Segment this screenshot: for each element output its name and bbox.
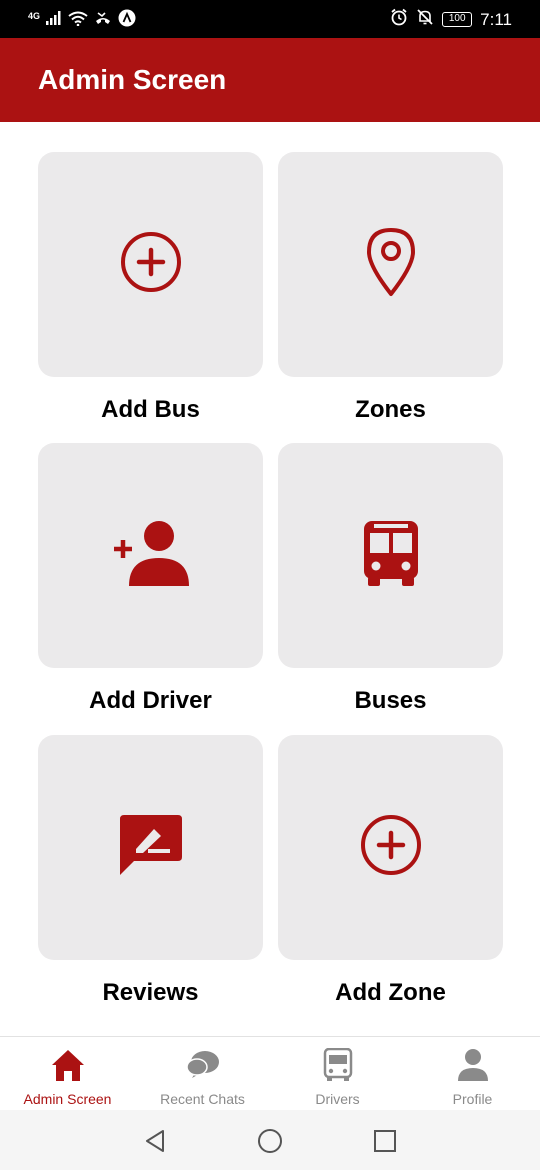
bottom-navigation: Admin Screen Recent Chats Drivers Profil… (0, 1036, 540, 1110)
home-icon (48, 1045, 88, 1085)
status-bar: 4G 100 7:11 (0, 0, 540, 38)
muted-bell-icon (416, 8, 434, 31)
add-zone-label: Add Zone (335, 979, 446, 1006)
nav-item-admin-screen[interactable]: Admin Screen (0, 1037, 135, 1111)
status-time: 7:11 (480, 9, 512, 29)
nav-label-admin-screen: Admin Screen (23, 1091, 112, 1107)
signal-icon (46, 11, 62, 30)
wifi-icon (68, 11, 88, 31)
network-type: 4G (28, 10, 41, 21)
recents-button[interactable] (370, 1126, 400, 1156)
alarm-icon (390, 8, 408, 31)
page-title: Admin Screen (38, 64, 227, 95)
home-button[interactable] (255, 1126, 285, 1156)
review-icon (118, 813, 184, 882)
buses-label: Buses (354, 687, 427, 714)
status-left: 4G (28, 9, 136, 32)
buses-tile[interactable] (278, 443, 503, 668)
missed-call-icon (94, 11, 112, 31)
battery-icon: 100 (442, 12, 473, 27)
add-circle-icon (119, 230, 183, 299)
back-button[interactable] (140, 1126, 170, 1156)
nav-label-recent-chats: Recent Chats (160, 1091, 245, 1107)
add-driver-tile[interactable] (38, 443, 263, 668)
location-pin-icon (363, 226, 419, 303)
bus-icon (318, 1045, 358, 1085)
add-driver-label: Add Driver (89, 687, 212, 714)
add-bus-tile[interactable] (38, 152, 263, 377)
nav-item-drivers[interactable]: Drivers (270, 1037, 405, 1111)
nav-item-profile[interactable]: Profile (405, 1037, 540, 1111)
app-bar: Admin Screen (0, 38, 540, 122)
nav-label-profile: Profile (452, 1091, 493, 1107)
battery-level: 100 (448, 13, 466, 24)
person-icon (453, 1045, 493, 1085)
reviews-tile[interactable] (38, 735, 263, 960)
chat-icon (183, 1045, 223, 1085)
zones-label: Zones (355, 396, 426, 423)
app-notification-icon (118, 9, 136, 32)
add-circle-icon (359, 813, 423, 882)
status-right: 100 7:11 (390, 8, 512, 31)
system-navigation-bar (0, 1110, 540, 1170)
reviews-label: Reviews (102, 979, 199, 1006)
add-person-icon (113, 518, 189, 593)
add-bus-label: Add Bus (101, 396, 200, 423)
nav-item-recent-chats[interactable]: Recent Chats (135, 1037, 270, 1111)
zones-tile[interactable] (278, 152, 503, 377)
nav-label-drivers: Drivers (315, 1091, 360, 1107)
add-zone-tile[interactable] (278, 735, 503, 960)
bus-icon (362, 519, 420, 592)
